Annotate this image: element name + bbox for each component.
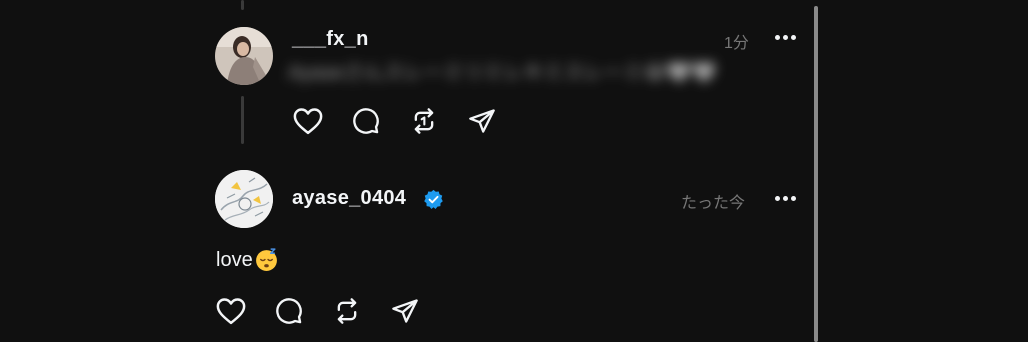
repost-icon xyxy=(414,108,434,134)
post-timestamp: たった今 xyxy=(681,195,746,212)
illustration-avatar-icon xyxy=(215,170,273,228)
avatar[interactable] xyxy=(215,170,273,228)
sleeping-face-emoji-icon xyxy=(255,248,277,271)
thread-feed: ___fx_n 1分 Ayaseさんスレーミリミレキミスレーミ😂🤍🤍 ayase… xyxy=(0,0,1028,342)
more-options-icon[interactable] xyxy=(775,193,801,203)
share-icon xyxy=(469,109,495,133)
repost-button[interactable] xyxy=(332,296,362,326)
post-text: love xyxy=(216,247,279,272)
comment-icon xyxy=(276,298,302,324)
heart-icon xyxy=(293,108,323,135)
thread-connector xyxy=(241,96,244,144)
like-button[interactable] xyxy=(293,106,323,136)
repost-button[interactable] xyxy=(409,106,439,136)
post-username[interactable]: ayase_0404 xyxy=(292,187,406,210)
like-button[interactable] xyxy=(216,296,246,326)
comment-button[interactable] xyxy=(274,296,304,326)
verified-badge-icon xyxy=(424,189,443,209)
share-button[interactable] xyxy=(467,106,497,136)
post-text-content: love xyxy=(216,249,253,271)
comment-icon xyxy=(353,108,379,134)
share-icon xyxy=(392,299,418,323)
repost-icon xyxy=(337,298,357,324)
more-options-icon[interactable] xyxy=(775,32,801,42)
reply-timestamp: 1分 xyxy=(724,35,749,52)
heart-icon xyxy=(216,298,246,325)
reply-text: Ayaseさんスレーミリミレキミスレーミ😂🤍🤍 xyxy=(288,62,717,84)
scrollbar[interactable] xyxy=(814,6,818,342)
reply-actions xyxy=(293,106,525,136)
profile-photo-icon xyxy=(215,27,273,85)
post-actions xyxy=(216,296,448,326)
avatar[interactable] xyxy=(215,27,273,85)
thread-connector xyxy=(241,0,244,10)
share-button[interactable] xyxy=(390,296,420,326)
comment-button[interactable] xyxy=(351,106,381,136)
reply-username[interactable]: ___fx_n xyxy=(292,28,369,51)
